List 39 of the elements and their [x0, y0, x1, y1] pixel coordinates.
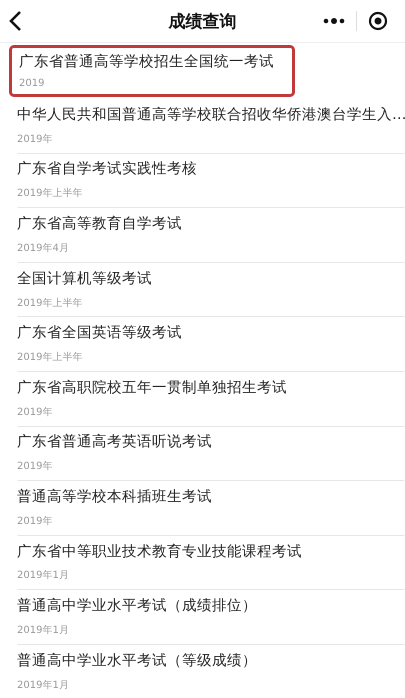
exam-title: 广东省高等教育自学考试	[17, 215, 183, 234]
exam-title: 中华人民共和国普通高等学校联合招收华侨港澳台学生入…	[17, 106, 405, 125]
exam-date: 2019年1月	[17, 569, 70, 582]
exam-title: 普通高等学校本科插班生考试	[17, 488, 213, 507]
exam-title: 广东省普通高等学校招生全国统一考试	[19, 52, 275, 72]
more-icon[interactable]	[323, 17, 345, 25]
exam-item[interactable]: 广东省普通高等学校招生全国统一考试 2019	[9, 45, 295, 97]
exam-item[interactable]: 全国计算机等级考试 2019年上半年	[17, 262, 405, 318]
exam-item[interactable]: 广东省全国英语等级考试 2019年上半年	[17, 317, 405, 372]
exam-item[interactable]: 普通高等学校本科插班生考试 2019年	[17, 481, 405, 536]
exam-item[interactable]: 广东省高职院校五年一贯制单独招生考试 2019年	[17, 372, 405, 427]
exam-title: 广东省自学考试实践性考核	[17, 160, 198, 180]
exam-item[interactable]: 普通高中学业水平考试（成绩排位） 2019年1月	[17, 590, 405, 645]
page-title: 成绩查询	[168, 10, 236, 32]
exam-title: 普通高中学业水平考试（成绩排位）	[17, 597, 258, 616]
exam-title: 广东省高职院校五年一贯制单独招生考试	[17, 378, 288, 398]
exam-title: 广东省普通高考英语听说考试	[17, 433, 213, 452]
exam-date: 2019年	[17, 132, 54, 146]
exam-item[interactable]: 广东省中等职业技术教育专业技能课程考试 2019年1月	[17, 536, 405, 590]
exam-item[interactable]: 广东省高等教育自学考试 2019年4月	[17, 208, 405, 263]
exam-item[interactable]: 普通高中学业水平考试（等级成绩） 2019年1月	[17, 644, 405, 698]
exam-title: 广东省中等职业技术教育专业技能课程考试	[17, 542, 303, 562]
exam-date: 2019年4月	[17, 242, 70, 255]
exam-item[interactable]: 广东省自学考试实践性考核 2019年上半年	[17, 154, 405, 208]
exam-title: 广东省全国英语等级考试	[17, 324, 183, 344]
exam-date: 2019年1月	[17, 624, 70, 638]
exam-date: 2019年	[17, 514, 54, 528]
exam-date: 2019年上半年	[17, 186, 84, 200]
exam-title: 普通高中学业水平考试（等级成绩）	[17, 652, 258, 671]
exam-date: 2019年	[17, 460, 54, 474]
exam-date: 2019年上半年	[17, 350, 84, 364]
exam-date: 2019	[19, 78, 46, 90]
exam-date: 2019年	[17, 406, 54, 419]
exam-title: 全国计算机等级考试	[17, 270, 153, 288]
exam-date: 2019年1月	[17, 678, 70, 692]
back-icon[interactable]	[8, 10, 22, 32]
exam-item[interactable]: 中华人民共和国普通高等学校联合招收华侨港澳台学生入… 2019年	[17, 99, 405, 154]
exam-item[interactable]: 广东省普通高考英语听说考试 2019年	[17, 426, 405, 482]
exam-date: 2019年上半年	[17, 296, 84, 310]
